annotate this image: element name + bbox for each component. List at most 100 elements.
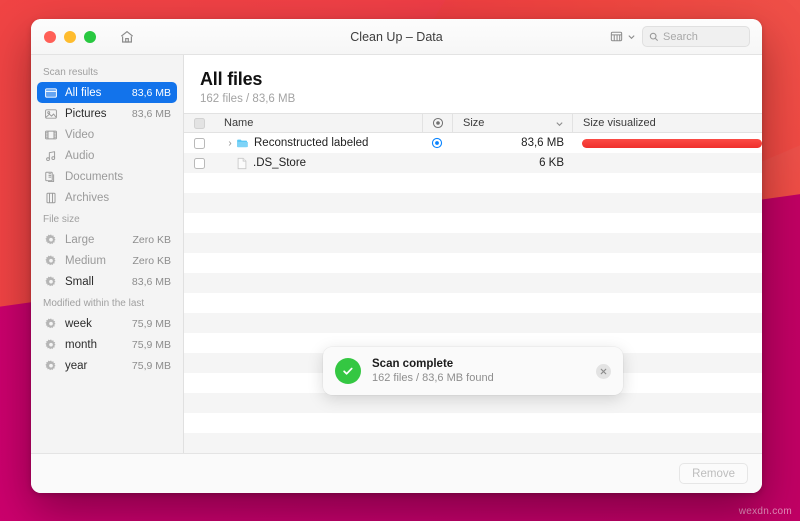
disclosure-triangle-icon[interactable]: › (224, 138, 236, 149)
column-header-name-label: Name (224, 117, 254, 129)
sidebar-item-label: Pictures (65, 107, 107, 120)
window-body: Scan results All files 83,6 MB Pictures 83,6… (31, 55, 762, 453)
sidebar-item-value: 75,9 MB (131, 359, 171, 372)
table-row-empty (184, 393, 762, 413)
watermark: wexdn.com (738, 506, 792, 517)
scan-complete-toast: Scan complete 162 files / 83,6 MB found (323, 347, 623, 395)
select-all-checkbox[interactable] (184, 117, 214, 129)
sidebar-item-week[interactable]: week 75,9 MB (37, 313, 177, 334)
table-row[interactable]: › Reconstructed labeled 83,6 MB (184, 133, 762, 153)
close-icon[interactable] (596, 363, 611, 379)
search-input[interactable]: Search (642, 26, 750, 47)
file-list[interactable]: › Reconstructed labeled 83,6 MB .DS_Store 6 … (184, 133, 762, 453)
table-row-empty (184, 173, 762, 193)
sidebar-item-audio[interactable]: Audio (37, 145, 177, 166)
column-header-visualized-label: Size visualized (583, 117, 656, 129)
table-row[interactable]: .DS_Store 6 KB (184, 153, 762, 173)
column-header-target[interactable] (422, 114, 452, 132)
sidebar-item-archives[interactable]: Archives (37, 187, 177, 208)
column-header-size-label: Size (463, 117, 485, 129)
sidebar-item-video[interactable]: Video (37, 124, 177, 145)
table-row-empty (184, 433, 762, 453)
sidebar-item-all-files[interactable]: All files 83,6 MB (37, 82, 177, 103)
sidebar-item-month[interactable]: month 75,9 MB (37, 334, 177, 355)
search-icon (649, 32, 659, 41)
sidebar-item-label: Audio (65, 149, 95, 162)
window-titlebar: Clean Up – Data Search (31, 19, 762, 55)
sidebar-item-value: 83,6 MB (131, 275, 171, 288)
sidebar-item-label: Small (65, 275, 94, 288)
toast-text: Scan complete 162 files / 83,6 MB found (372, 358, 494, 384)
toolbar-right: Search (609, 26, 762, 47)
column-header-size-visualized[interactable]: Size visualized (572, 114, 762, 132)
toast-detail: 162 files / 83,6 MB found (372, 372, 494, 384)
zoom-window-button[interactable] (84, 30, 96, 43)
sidebar-item-value: 75,9 MB (131, 338, 171, 351)
table-row-empty (184, 213, 762, 233)
gear-icon (43, 358, 58, 373)
sidebar-item-pictures[interactable]: Pictures 83,6 MB (37, 103, 177, 124)
checkmark-circle-icon (335, 358, 361, 384)
gear-icon (43, 232, 58, 247)
sidebar-item-label: month (65, 338, 97, 351)
sidebar-section-title: File size (43, 214, 80, 225)
archives-icon (43, 190, 58, 205)
column-header-name[interactable]: Name (214, 117, 422, 129)
sidebar-item-medium[interactable]: Medium Zero KB (37, 250, 177, 271)
sidebar-item-year[interactable]: year 75,9 MB (37, 355, 177, 376)
table-row-empty (184, 313, 762, 333)
sidebar-item-value: 75,9 MB (131, 317, 171, 330)
pictures-icon (43, 106, 58, 121)
row-target-toggle[interactable] (422, 153, 452, 173)
sidebar-item-label: Archives (65, 191, 110, 204)
row-size: 83,6 MB (521, 137, 564, 149)
all-files-icon (43, 85, 58, 100)
view-options-button[interactable] (609, 29, 636, 44)
gear-icon (43, 337, 58, 352)
row-target-toggle[interactable] (422, 133, 452, 153)
gear-icon (43, 253, 58, 268)
row-file-name: .DS_Store (253, 157, 307, 169)
sidebar-item-value: Zero KB (132, 233, 171, 246)
table-row-empty (184, 293, 762, 313)
column-header-size[interactable]: Size (452, 114, 572, 132)
sidebar-item-label: Medium (65, 254, 106, 267)
audio-icon (43, 148, 58, 163)
remove-button[interactable]: Remove (679, 463, 748, 484)
traffic-lights (31, 30, 96, 43)
sidebar-item-small[interactable]: Small 83,6 MB (37, 271, 177, 292)
minimize-window-button[interactable] (64, 30, 76, 43)
sidebar-item-documents[interactable]: Documents (37, 166, 177, 187)
table-row-empty (184, 253, 762, 273)
file-icon (236, 157, 248, 170)
sidebar-item-label: Video (65, 128, 95, 141)
sidebar-item-label: All files (65, 86, 102, 99)
main-header: All files 162 files / 83,6 MB (184, 55, 762, 113)
main-panel: All files 162 files / 83,6 MB Name Size … (184, 55, 762, 453)
table-row-empty (184, 233, 762, 253)
folder-icon (236, 137, 249, 150)
sidebar-item-label: Large (65, 233, 95, 246)
sidebar-section-title: Scan results (43, 67, 99, 78)
row-checkbox[interactable] (184, 137, 214, 149)
app-window: Clean Up – Data Search Scan results All … (31, 19, 762, 493)
row-size-visualized (572, 133, 762, 153)
page-subtitle: 162 files / 83,6 MB (200, 93, 296, 105)
gear-icon (43, 274, 58, 289)
row-file-name: Reconstructed labeled (254, 137, 369, 149)
sidebar: Scan results All files 83,6 MB Pictures 83,6… (31, 55, 184, 453)
sidebar-item-large[interactable]: Large Zero KB (37, 229, 177, 250)
table-row-empty (184, 273, 762, 293)
table-row-empty (184, 413, 762, 433)
sidebar-item-label: Documents (65, 170, 124, 183)
row-checkbox[interactable] (184, 157, 214, 169)
chevron-down-icon (628, 35, 635, 40)
sidebar-item-label: year (65, 359, 88, 372)
target-icon (432, 117, 443, 129)
sidebar-item-label: week (65, 317, 92, 330)
window-footer: Remove (31, 453, 762, 493)
table-header: Name Size Size visualized (184, 113, 762, 133)
row-size-visualized (572, 153, 762, 173)
close-window-button[interactable] (44, 30, 56, 43)
home-icon[interactable] (116, 26, 138, 48)
